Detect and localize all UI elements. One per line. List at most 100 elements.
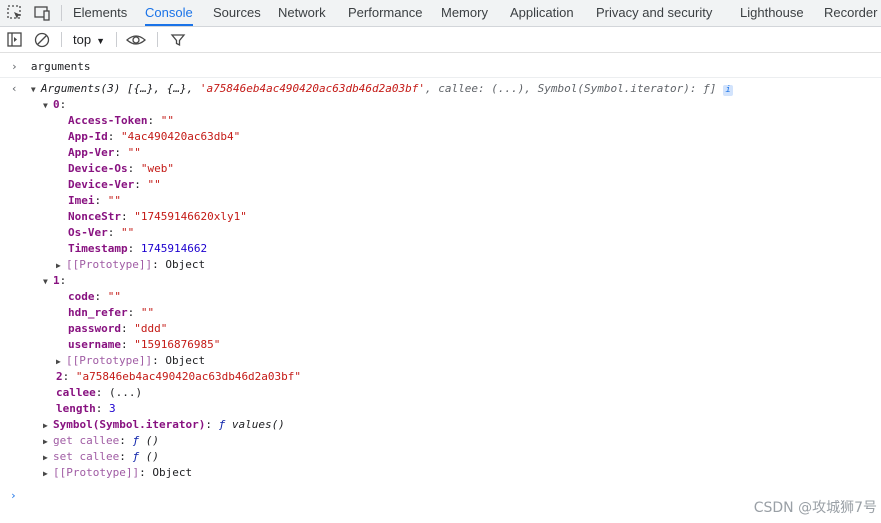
- get-callee-row[interactable]: ▶ get callee: ƒ (): [43, 433, 159, 449]
- tab-memory[interactable]: Memory: [441, 0, 488, 26]
- prototype-value: Object: [165, 258, 206, 271]
- tabbar-divider: [61, 5, 62, 21]
- watermark: CSDN @攻城狮7号: [753, 500, 877, 516]
- prop-value: "": [121, 226, 135, 239]
- prop-key: Os-Ver: [68, 226, 108, 239]
- device-toolbar-icon[interactable]: [33, 4, 51, 22]
- prop-row: Device-Ver: "": [68, 178, 161, 191]
- prop-row: App-Id: "4ac490420ac63db4": [68, 130, 241, 143]
- prop-value: "web": [140, 162, 174, 175]
- inspect-element-icon[interactable]: [6, 4, 24, 22]
- tab-elements[interactable]: Elements: [73, 0, 127, 26]
- collapsed-triangle-icon[interactable]: ▶: [43, 450, 53, 466]
- prop-key: callee: [56, 386, 96, 399]
- prop-value: "": [160, 114, 174, 127]
- expanded-triangle-icon[interactable]: ▼: [31, 82, 41, 98]
- prompt-chevron-icon: ›: [10, 489, 17, 502]
- prop-value: "": [140, 306, 155, 319]
- toolbar-divider: [157, 32, 158, 47]
- tab-lighthouse[interactable]: Lighthouse: [740, 0, 804, 26]
- tab-sources[interactable]: Sources: [213, 0, 261, 26]
- collapsed-triangle-icon[interactable]: ▶: [56, 258, 66, 274]
- prop-value: "": [147, 178, 161, 191]
- prop-value: 1745914662: [140, 242, 208, 255]
- prop-row: Os-Ver: "": [68, 226, 135, 239]
- prop-key: get callee: [53, 434, 120, 447]
- prop-value: "15916876985": [134, 338, 221, 351]
- sidebar-toggle-icon[interactable]: [6, 31, 24, 49]
- expanded-triangle-icon[interactable]: ▼: [43, 98, 53, 114]
- tab-privacy-security[interactable]: Privacy and security: [596, 0, 712, 26]
- tab-network[interactable]: Network: [278, 0, 326, 26]
- prop-row: Imei: "": [68, 194, 121, 207]
- object-key: 2: [56, 370, 63, 383]
- prop-key: App-Ver: [68, 146, 115, 159]
- set-callee-row[interactable]: ▶ set callee: ƒ (): [43, 449, 159, 465]
- tree-item-1[interactable]: ▼ 1:: [43, 273, 66, 289]
- arguments-preview-rest: , callee: (...), Symbol(Symbol.iterator)…: [425, 82, 717, 95]
- prototype-label: [[Prototype]]: [66, 354, 153, 367]
- prototype-row[interactable]: ▶ [[Prototype]]: Object: [56, 353, 205, 369]
- tab-recorder[interactable]: Recorder: [824, 0, 877, 26]
- function-icon: ƒ: [132, 434, 140, 447]
- result-arrow-icon: ‹: [11, 82, 31, 95]
- prop-key: Device-Os: [68, 162, 128, 175]
- arguments-preview: [{…}, {…},: [120, 82, 200, 95]
- tree-item-0[interactable]: ▼ 0:: [43, 97, 66, 113]
- arguments-summary: Arguments(3): [40, 82, 121, 95]
- prop-key: Symbol(Symbol.iterator): [53, 418, 206, 431]
- collapsed-triangle-icon[interactable]: ▶: [43, 434, 53, 450]
- prop-value[interactable]: (...): [109, 386, 142, 399]
- tab-console[interactable]: Console: [145, 0, 193, 26]
- iterator-row[interactable]: ▶ Symbol(Symbol.iterator): ƒ values(): [43, 417, 285, 433]
- prop-key: App-Id: [68, 130, 108, 143]
- prop-value: "": [127, 146, 141, 159]
- prop-value: (): [145, 434, 159, 447]
- prop-key: set callee: [53, 450, 120, 463]
- collapsed-triangle-icon[interactable]: ▶: [56, 354, 66, 370]
- prop-row: code: "": [68, 290, 121, 303]
- prototype-value: Object: [165, 354, 206, 367]
- devtools-tabbar: Elements Console Sources Network Perform…: [0, 0, 881, 27]
- context-selector[interactable]: top ▼: [73, 32, 105, 47]
- prop-row: hdn_refer: "": [68, 306, 155, 319]
- tab-performance[interactable]: Performance: [348, 0, 422, 26]
- prop-value: "a75846eb4ac490420ac63db46d2a03bf": [75, 370, 302, 383]
- prop-row: Access-Token: "": [68, 114, 174, 127]
- prototype-row[interactable]: ▶ [[Prototype]]: Object: [43, 465, 192, 481]
- clear-console-icon[interactable]: [33, 31, 51, 49]
- prop-row: Device-Os: "web": [68, 162, 174, 175]
- collapsed-triangle-icon[interactable]: ▶: [43, 466, 53, 482]
- collapsed-triangle-icon[interactable]: ▶: [43, 418, 53, 434]
- prop-key: code: [68, 290, 95, 303]
- prop-key: NonceStr: [68, 210, 121, 223]
- prototype-row[interactable]: ▶ [[Prototype]]: Object: [56, 257, 205, 273]
- prop-key: Access-Token: [68, 114, 148, 127]
- tab-application[interactable]: Application: [510, 0, 574, 26]
- chevron-down-icon: ▼: [96, 36, 105, 46]
- filter-icon[interactable]: [169, 31, 187, 49]
- prop-value: (): [145, 450, 159, 463]
- toolbar-divider: [116, 32, 117, 47]
- prop-row: App-Ver: "": [68, 146, 141, 159]
- toolbar-divider: [61, 32, 62, 47]
- prop-key: length: [56, 402, 96, 415]
- context-selector-label: top: [73, 32, 92, 47]
- info-icon[interactable]: i: [723, 85, 734, 96]
- prop-row: Timestamp: 1745914662: [68, 242, 208, 255]
- prop-key: hdn_refer: [68, 306, 128, 319]
- eye-icon[interactable]: [126, 31, 146, 49]
- prop-value: values(): [231, 418, 285, 431]
- prop-key: password: [68, 322, 121, 335]
- prop-value: "17459146620xly1": [134, 210, 247, 223]
- console-result-row[interactable]: ‹ ▼ Arguments(3) [{…}, {…}, 'a75846eb4ac4…: [11, 81, 734, 98]
- console-prompt[interactable]: ›: [10, 488, 17, 504]
- prop-value: "": [107, 290, 121, 303]
- prototype-value: Object: [152, 466, 193, 479]
- callee-row[interactable]: callee: (...): [56, 385, 142, 401]
- prop-row: password: "ddd": [68, 322, 168, 335]
- console-input-text: arguments: [30, 60, 91, 73]
- prop-key: Device-Ver: [68, 178, 135, 191]
- expanded-triangle-icon[interactable]: ▼: [43, 274, 53, 290]
- prototype-label: [[Prototype]]: [53, 466, 140, 479]
